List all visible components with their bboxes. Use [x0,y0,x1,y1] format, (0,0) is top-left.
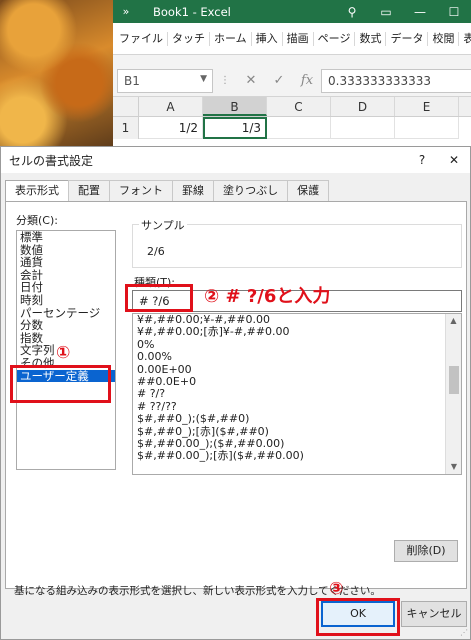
list-item[interactable]: ##0.0E+0 [133,375,461,388]
more-dots-icon: ⋮ [220,75,230,86]
cancel-icon[interactable]: ✕ [237,73,265,88]
ribbon-tabs: ファイル タッチ ホーム 挿入 描画 ページ 数式 データ 校閲 表示 [113,23,471,55]
delete-button[interactable]: 削除(D) [394,540,458,562]
help-button[interactable]: ? [406,153,438,167]
list-item[interactable]: ¥#,##0.00;[赤]¥-#,##0.00 [133,325,461,338]
dialog-titlebar: セルの書式設定 ? ✕ [1,147,470,173]
column-header[interactable]: A [139,97,203,116]
maximize-icon[interactable]: ☐ [437,5,471,19]
list-item[interactable]: 時刻 [17,294,115,307]
list-item[interactable]: # ?/? [133,387,461,400]
row-header[interactable]: 1 [113,117,139,139]
insert-function-icon[interactable]: fx [293,73,321,88]
ribbon-tab[interactable]: 挿入 [252,31,283,46]
scroll-down-icon[interactable]: ▼ [446,460,461,474]
column-header[interactable]: D [331,97,395,116]
ribbon-tab[interactable]: タッチ [168,31,210,46]
column-headers: A B C D E [113,97,471,117]
list-item[interactable]: 0% [133,338,461,351]
cell-e1[interactable] [395,117,459,139]
close-button[interactable]: ✕ [438,153,470,167]
window-title: Book1 - Excel [153,4,231,19]
list-item[interactable]: 0.00% [133,350,461,363]
list-item[interactable]: 通貨 [17,256,115,269]
excel-window: » Book1 - Excel ⚲ ▭ — ☐ ファイル タッチ ホーム 挿入 … [113,0,471,150]
select-all-corner[interactable] [113,97,139,116]
cell-c1[interactable] [267,117,331,139]
scroll-thumb[interactable] [449,366,459,394]
chevron-down-icon[interactable]: ▼ [200,74,207,84]
name-box[interactable]: B1 ▼ [117,68,213,93]
check-icon[interactable]: ✓ [265,73,293,88]
excel-titlebar: » Book1 - Excel ⚲ ▭ — ☐ [113,0,471,23]
category-label: 分類(C): [16,214,58,227]
ribbon-tab[interactable]: ファイル [115,31,168,46]
search-icon[interactable]: ⚲ [335,5,369,19]
ribbon-tab[interactable]: 表示 [459,32,471,46]
column-header[interactable]: E [395,97,459,116]
cancel-button[interactable]: キャンセル [401,601,467,627]
ribbon-tab[interactable]: 数式 [355,31,387,46]
list-item[interactable]: $#,##0_);($#,##0) [133,412,461,425]
column-header[interactable]: C [267,97,331,116]
sample-group: サンプル 2/6 [132,217,462,268]
name-box-value: B1 [124,73,140,88]
resize-grip-icon[interactable]: ⋰ [460,628,468,637]
ribbon-tab[interactable]: ページ [314,31,356,46]
formula-bar: B1 ▼ ⋮ ✕ ✓ fx 0.333333333333 [113,65,471,97]
ribbon-tab[interactable]: データ [386,31,429,46]
cell-b1[interactable]: 1/3 [203,117,267,139]
cell-d1[interactable] [331,117,395,139]
dialog-tabs: 表示形式 配置 フォント 罫線 塗りつぶし 保護 [5,180,330,202]
sheet-row: 1 1/2 1/3 [113,117,471,139]
cell-a1[interactable]: 1/2 [139,117,203,139]
formula-input[interactable]: 0.333333333333 [321,68,471,93]
sample-value: 2/6 [147,245,165,258]
annotation-box-type [125,284,193,312]
quick-access-more-icon[interactable]: » [113,5,139,18]
annotation-box-ok [316,598,400,636]
tab-protection[interactable]: 保護 [287,180,330,201]
annotation-step3: ③ [329,579,344,599]
tab-number[interactable]: 表示形式 [5,180,69,202]
desktop-wallpaper [0,0,113,150]
format-list: ¥#,##0.00;¥-#,##0.00 ¥#,##0.00;[赤]¥-#,##… [132,313,462,475]
scroll-up-icon[interactable]: ▲ [446,314,461,328]
sample-label: サンプル [139,217,187,233]
tab-alignment[interactable]: 配置 [68,180,110,201]
column-header[interactable]: B [203,97,267,116]
list-item[interactable]: 標準 [17,231,115,244]
minimize-icon[interactable]: — [403,5,437,19]
tab-border[interactable]: 罫線 [172,180,214,201]
ribbon-display-icon[interactable]: ▭ [369,5,403,19]
tab-font[interactable]: フォント [109,180,173,201]
description-text: 基になる組み込みの表示形式を選択し、新しい表示形式を入力してください。 [14,585,381,597]
annotation-box-category [10,365,111,403]
annotation-step2: ② # ?/6と入力 [204,286,331,307]
ribbon-tab[interactable]: 校閲 [428,31,460,46]
tab-fill[interactable]: 塗りつぶし [213,180,289,201]
list-item[interactable]: $#,##0.00_);[赤]($#,##0.00) [133,449,461,462]
list-item[interactable]: 分数 [17,319,115,332]
ribbon-tab[interactable]: 描画 [283,31,314,46]
annotation-step1: ① [56,343,71,363]
dialog-title: セルの書式設定 [9,153,94,168]
format-list-scrollbar[interactable]: ▲ ▼ [445,314,461,474]
ribbon-tab[interactable]: ホーム [210,31,252,46]
